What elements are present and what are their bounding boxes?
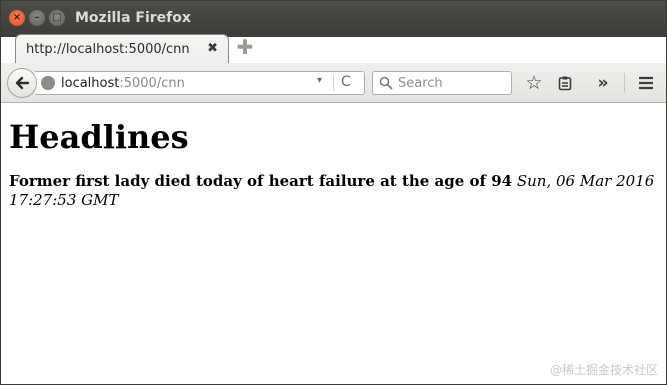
window-minimize-button[interactable]: – [29,10,45,26]
reading-list-icon[interactable] [554,72,576,94]
bookmark-star-icon[interactable]: ☆ [523,72,545,94]
title-bar: × – □ Mozilla Firefox [1,1,666,37]
window-close-button[interactable]: × [9,10,25,26]
globe-icon [41,76,55,90]
url-history-dropdown-icon[interactable]: ▾ [317,75,322,86]
search-bar[interactable]: Search [372,71,512,95]
url-bar[interactable]: localhost:5000/cnn ▾ C [35,71,365,95]
new-tab-button[interactable]: ✚ [235,37,255,57]
browser-window: × – □ Mozilla Firefox http://localhost:5… [0,0,667,385]
reload-icon[interactable]: C [341,74,351,90]
url-path: :5000/cnn [119,76,185,91]
search-icon [379,76,393,90]
overflow-chevron-icon[interactable]: » [592,72,614,94]
back-arrow-icon [15,76,30,90]
url-bar-divider [333,75,334,91]
url-text: localhost:5000/cnn [61,76,185,91]
clipboard-icon [558,76,572,91]
window-title: Mozilla Firefox [75,10,191,26]
page-title: Headlines [9,118,189,156]
url-host: localhost [61,76,120,91]
menu-icon[interactable] [635,72,657,94]
toolbar-divider [624,73,625,93]
tab-close-icon[interactable]: ✖ [207,41,218,56]
story-item: Former first lady died today of heart fa… [9,172,660,210]
back-button[interactable] [7,68,37,98]
window-maximize-button[interactable]: □ [49,10,65,26]
watermark: @稀土掘金技术社区 [549,363,658,377]
search-placeholder: Search [398,76,443,91]
page-content: Headlines Former first lady died today o… [1,104,666,384]
story-title: Former first lady died today of heart fa… [9,172,513,190]
tab-active[interactable]: http://localhost:5000/cnn ✖ [15,34,229,64]
hamburger-icon [639,76,653,90]
tab-label: http://localhost:5000/cnn [26,42,190,57]
navigation-toolbar: localhost:5000/cnn ▾ C Search ☆ » [1,63,666,103]
